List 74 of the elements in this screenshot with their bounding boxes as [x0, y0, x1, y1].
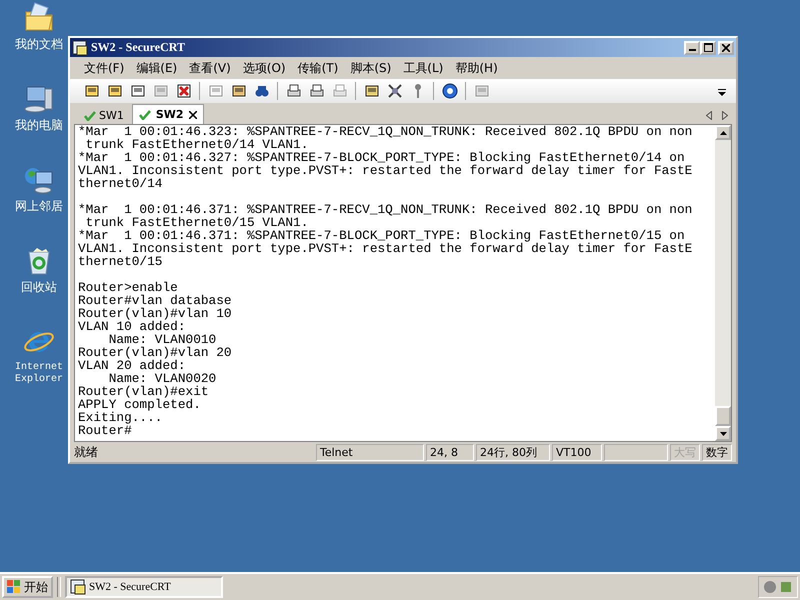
right-arrow-icon[interactable] — [722, 111, 728, 120]
terminal-line: APPLY completed. — [78, 398, 201, 411]
menu-item[interactable]: 工具(L) — [397, 60, 450, 76]
menu-item[interactable]: 编辑(E) — [130, 60, 184, 76]
chevron-icon[interactable] — [718, 86, 726, 96]
start-button[interactable]: 开始 — [2, 576, 53, 598]
terminal-line: Router>enable — [78, 281, 178, 294]
tab-label: SW2 — [156, 108, 184, 121]
terminal-line: VLAN 10 added: — [78, 320, 186, 333]
terminal-line: trunk FastEthernet0/15 VLAN1. — [86, 216, 308, 229]
terminal-line: Router# — [78, 424, 132, 437]
up-arrow-icon — [720, 130, 726, 134]
status-panel: 数字 — [702, 444, 732, 460]
terminal-line: *Mar 1 00:01:46.327: %SPANTREE-7-BLOCK_PORT_TYPE: Blocking FastEthernet0/14 on — [78, 151, 686, 164]
minimize-icon — [688, 49, 696, 51]
windows-logo-icon — [7, 580, 21, 594]
menu-item[interactable]: 脚本(S) — [344, 60, 398, 76]
left-arrow-icon[interactable] — [706, 111, 712, 120]
app-icon — [72, 40, 88, 56]
terminal-line: Router(vlan)#exit — [78, 385, 210, 398]
binoculars-icon — [254, 83, 270, 99]
printer-icon — [286, 83, 302, 99]
maximize-button[interactable] — [700, 40, 716, 54]
menu-item[interactable]: 帮助(H) — [449, 60, 504, 76]
terminal-line: thernet0/15 — [78, 255, 164, 268]
desktop-icon-label: 我的文档 — [15, 38, 63, 50]
terminal-line: *Mar 1 00:01:46.323: %SPANTREE-7-RECV_1Q_NON_TRUNK: Received 802.1Q BPDU on non — [78, 125, 694, 138]
session-tab[interactable]: SW2 — [132, 104, 204, 124]
status-message: 就绪 — [74, 444, 99, 460]
status-panel: 24, 8 — [426, 444, 474, 460]
terminal-line: trunk FastEthernet0/14 VLAN1. — [86, 138, 308, 151]
terminal-line: *Mar 1 00:01:46.371: %SPANTREE-7-BLOCK_PORT_TYPE: Blocking FastEthernet0/15 on — [78, 229, 686, 242]
status-panel — [604, 444, 668, 460]
menu-item[interactable]: 查看(V) — [183, 60, 237, 76]
menu-item[interactable]: 文件(F) — [78, 60, 130, 76]
checkmark-icon — [138, 110, 151, 120]
down-arrow-icon — [720, 432, 726, 436]
close-button[interactable] — [718, 40, 734, 54]
disconnect-icon — [176, 83, 192, 99]
terminal-line: Exiting.... — [78, 411, 162, 424]
tab-label: SW1 — [99, 109, 124, 122]
desktop-icon-label: Internet Explorer — [14, 362, 64, 386]
close-icon — [722, 44, 730, 52]
menu-item[interactable]: 选项(O) — [236, 60, 292, 76]
terminal-line: VLAN 20 added: — [78, 359, 186, 372]
terminal-line: Router(vlan)#vlan 10 — [78, 307, 233, 320]
terminal-line: VLAN1. Inconsistent port type.PVST+: restarted the forward delay timer for FastE — [78, 242, 694, 255]
maximize-icon — [704, 43, 712, 52]
status-panel: Telnet — [316, 444, 424, 460]
status-panel: 24行, 80列 — [476, 444, 550, 460]
printer-icon — [308, 83, 324, 99]
menu-item[interactable]: 传输(T) — [292, 60, 344, 76]
close-icon[interactable] — [188, 110, 197, 118]
terminal-line: Router(vlan)#vlan 20 — [78, 346, 233, 359]
session-tab[interactable]: SW1 — [78, 107, 130, 124]
app-icon — [70, 579, 86, 595]
desktop-icon-label: 网上邻居 — [15, 200, 63, 212]
status-panel: VT100 — [552, 444, 602, 460]
terminal-line: VLAN1. Inconsistent port type.PVST+: restarted the forward delay timer for FastE — [78, 164, 694, 177]
taskbar-button[interactable]: SW2 - SecureCRT — [65, 576, 223, 598]
terminal-line: Router#vlan database — [78, 294, 233, 307]
terminal-line: Name: VLAN0010 — [108, 333, 218, 346]
printer-icon — [332, 83, 348, 99]
desktop-icon-label: 我的电脑 — [15, 119, 63, 131]
terminal-line: Name: VLAN0020 — [108, 372, 218, 385]
terminal-line: *Mar 1 00:01:46.371: %SPANTREE-7-RECV_1Q_NON_TRUNK: Received 802.1Q BPDU on non — [78, 203, 694, 216]
scrollbar[interactable] — [715, 125, 731, 441]
window-title: SW2 - SecureCRT — [91, 40, 186, 55]
scrollbar-thumb[interactable] — [715, 406, 731, 426]
desktop-icon-label: 回收站 — [21, 281, 57, 293]
terminal-line: thernet0/14 — [78, 177, 164, 190]
minimize-button[interactable] — [684, 40, 700, 54]
help-icon — [442, 83, 458, 99]
checkmark-icon — [84, 110, 96, 120]
